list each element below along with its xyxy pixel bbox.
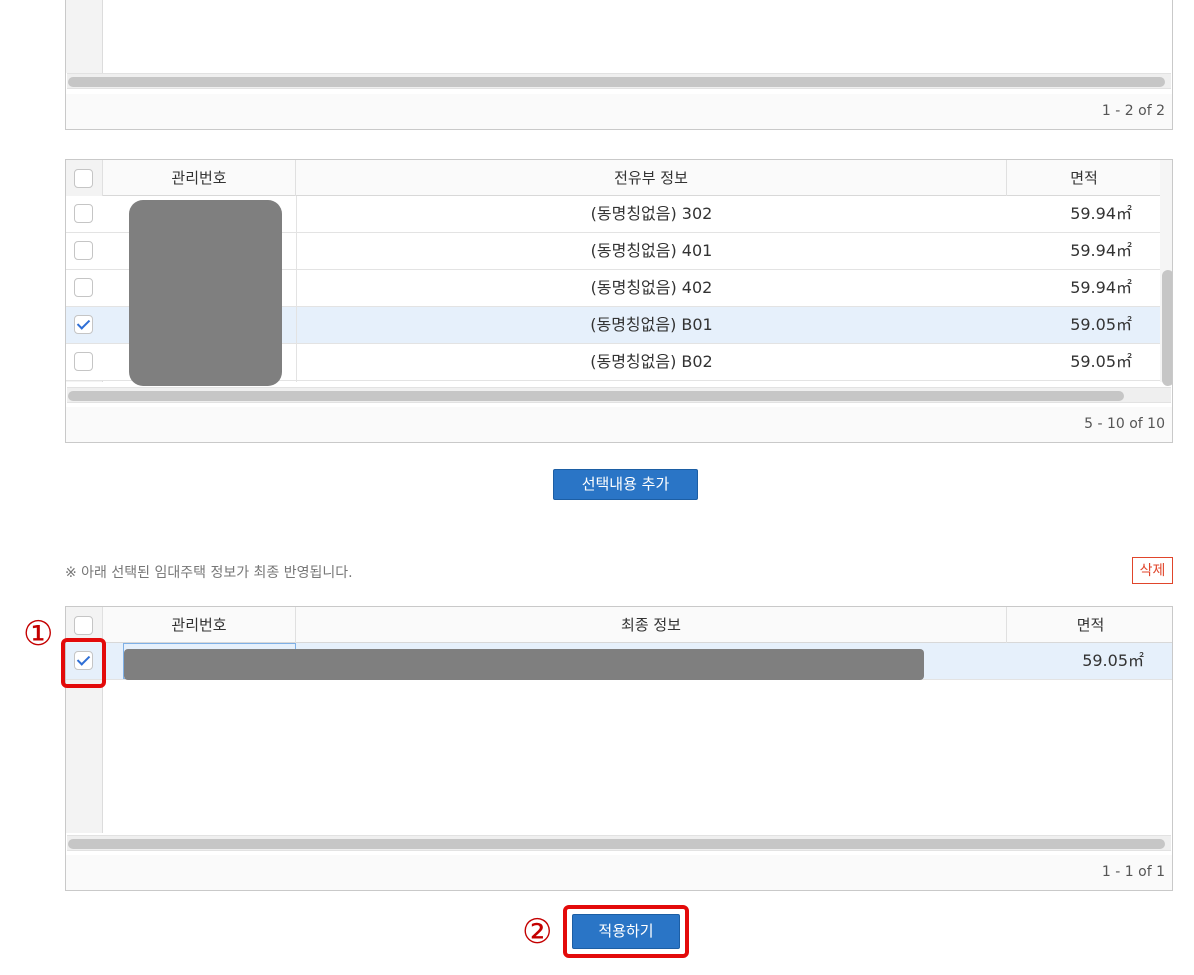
apply-button[interactable]: 적용하기 [572,914,680,949]
add-selected-button[interactable]: 선택내용 추가 [553,469,698,500]
scrollbar-thumb[interactable] [68,839,1165,849]
unit-info-cell: (동명칭없음) B02 [590,352,713,371]
final-grid: 관리번호 최종 정보 면적 59.05㎡ 1 - 1 of 1 [65,606,1173,891]
header-unit-info[interactable]: 전유부 정보 [296,160,1007,196]
unit-grid: 관리번호 전유부 정보 면적 (동명칭없음) 302 59.94㎡ (동명칭없음) … [65,159,1173,443]
select-all-checkbox[interactable] [74,169,93,188]
final-grid-horizontal-scrollbar[interactable] [67,835,1171,851]
row-checkbox[interactable] [74,278,93,297]
area-cell: 59.05㎡ [1082,651,1144,670]
header-management-number[interactable]: 관리번호 [103,607,296,643]
annotation-marker-two: ② [522,912,553,952]
redacted-management-numbers [129,200,282,386]
scrollbar-thumb[interactable] [1162,270,1172,386]
area-cell: 59.05㎡ [1070,352,1132,371]
column-divider [296,196,297,382]
unit-grid-header: 관리번호 전유부 정보 면적 [66,160,1162,196]
delete-button[interactable]: 삭제 [1132,557,1173,584]
final-grid-header: 관리번호 최종 정보 면적 [66,607,1172,643]
unit-grid-vertical-scrollbar[interactable] [1160,160,1172,386]
unit-info-cell: (동명칭없음) 302 [590,204,713,223]
area-cell: 59.94㎡ [1070,204,1132,223]
header-area[interactable]: 면적 [1007,160,1162,196]
unit-info-cell: (동명칭없음) 401 [590,241,713,260]
grid-top: 1 - 2 of 2 [65,0,1173,130]
highlight-row-checkbox [61,638,106,688]
header-management-number[interactable]: 관리번호 [103,160,296,196]
header-select-all[interactable] [66,160,103,196]
area-cell: 59.94㎡ [1070,278,1132,297]
final-grid-pager: 1 - 1 of 1 [66,855,1172,890]
row-checkbox[interactable] [74,315,93,334]
annotation-marker-one: ① [23,614,54,654]
header-area[interactable]: 면적 [1007,607,1172,643]
redacted-final-info [124,649,924,680]
unit-grid-horizontal-scrollbar[interactable] [67,387,1171,403]
unit-info-cell: (동명칭없음) B01 [590,315,713,334]
row-checkbox[interactable] [74,352,93,371]
row-checkbox[interactable] [74,204,93,223]
scrollbar-thumb[interactable] [68,391,1124,401]
grid-top-pager: 1 - 2 of 2 [66,94,1172,129]
scrollbar-thumb[interactable] [68,77,1165,87]
final-selection-notice: ※ 아래 선택된 임대주택 정보가 최종 반영됩니다. [65,565,353,581]
row-checkbox[interactable] [74,241,93,260]
grid-top-left-column [66,0,103,73]
grid-top-horizontal-scrollbar[interactable] [67,73,1171,89]
unit-info-cell: (동명칭없음) 402 [590,278,713,297]
area-cell: 59.94㎡ [1070,241,1132,260]
header-final-info[interactable]: 최종 정보 [296,607,1007,643]
area-cell: 59.05㎡ [1070,315,1132,334]
unit-grid-pager: 5 - 10 of 10 [66,407,1172,442]
select-all-checkbox[interactable] [74,616,93,635]
